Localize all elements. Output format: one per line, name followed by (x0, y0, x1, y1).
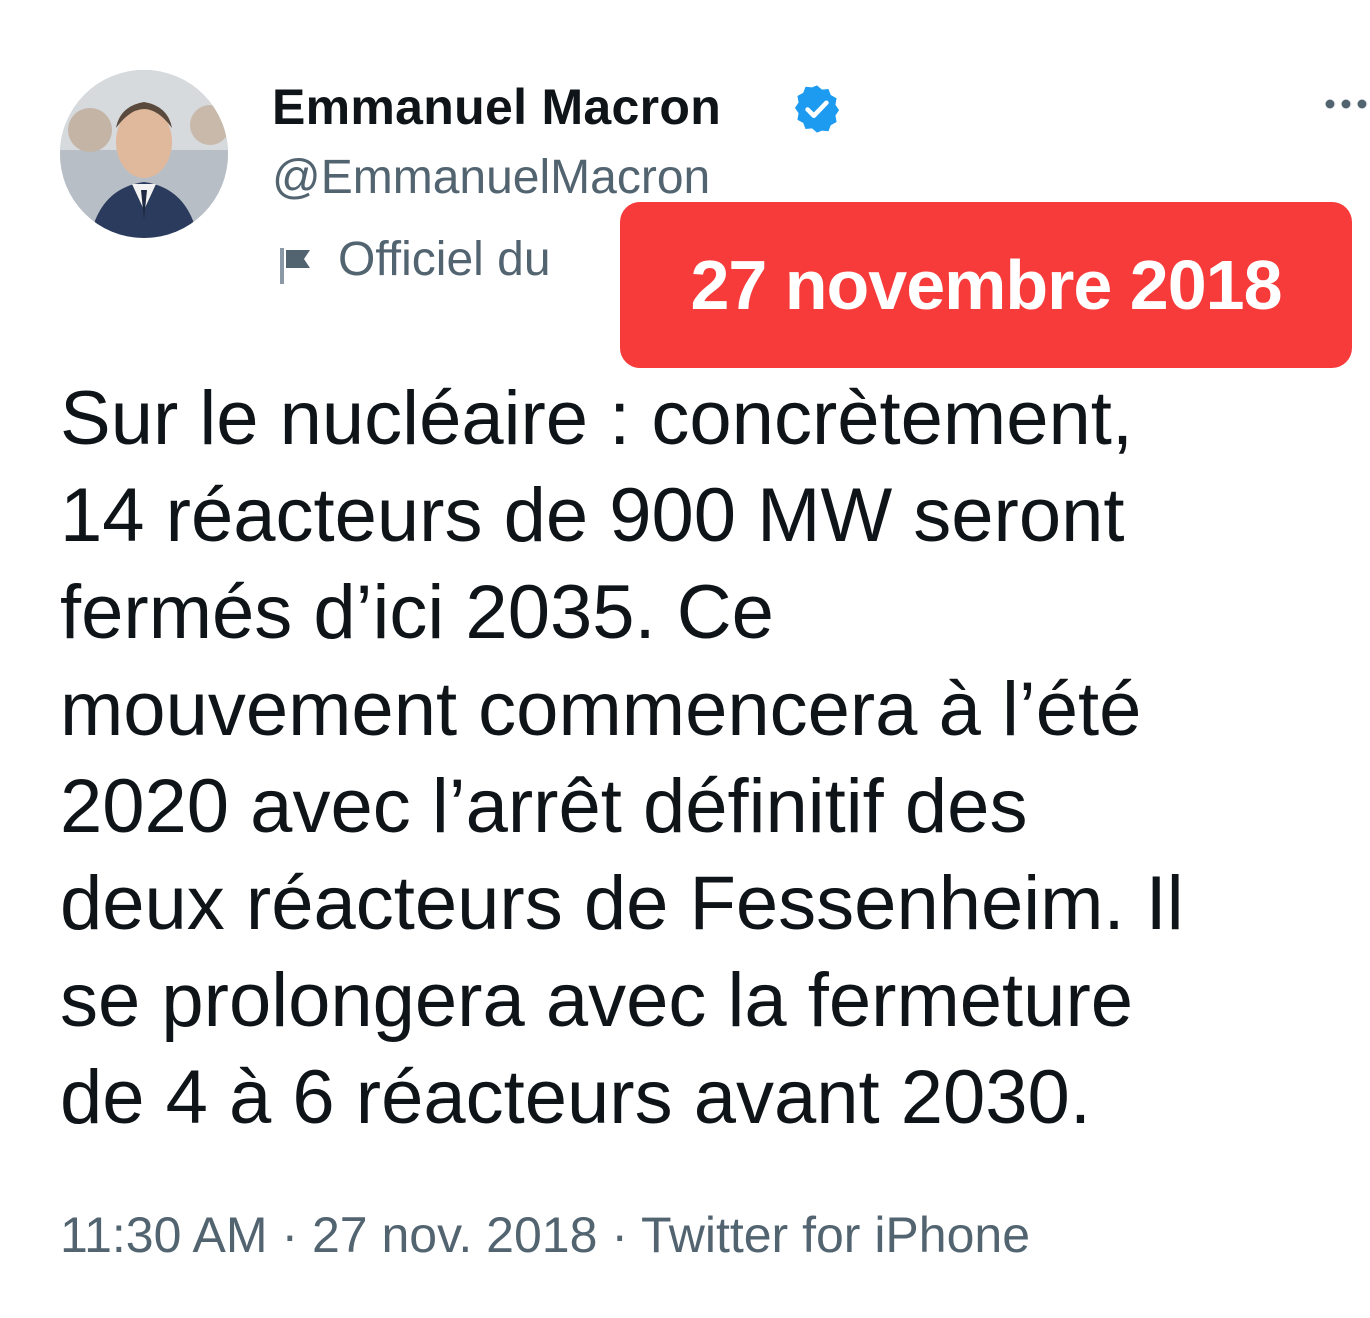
tweet-source[interactable]: Twitter for iPhone (641, 1207, 1030, 1263)
tweet-text-line: fermés d’ici 2035. Ce (60, 570, 774, 655)
tweet-card: Emmanuel Macron @EmmanuelMacron Officiel… (0, 0, 1370, 1318)
tweet-text-line: Sur le nucléaire : concrètement, (60, 376, 1133, 461)
flag-icon (280, 248, 310, 284)
tweet-text-line: se prolongera avec la fermeture (60, 958, 1134, 1043)
tweet-date[interactable]: 27 nov. 2018 (312, 1207, 597, 1263)
author-handle[interactable]: @EmmanuelMacron (272, 150, 710, 205)
tweet-body: Sur le nucléaire : concrètement, 14 réac… (60, 370, 1360, 1146)
meta-separator: · (597, 1207, 641, 1263)
tweet-text-line: mouvement commencera à l’été (60, 667, 1142, 752)
more-horizontal-icon[interactable] (1322, 92, 1370, 116)
account-label-text: Officiel du (338, 233, 551, 286)
account-label[interactable]: Officiel du (272, 232, 632, 292)
author-display-name[interactable]: Emmanuel Macron (272, 78, 721, 136)
tweet-meta: 11:30 AM · 27 nov. 2018 · Twitter for iP… (60, 1206, 1030, 1264)
date-overlay-text: 27 novembre 2018 (690, 246, 1282, 324)
meta-separator: · (267, 1207, 312, 1263)
tweet-text-line: de 4 à 6 réacteurs avant 2030. (60, 1055, 1091, 1140)
author-avatar[interactable] (60, 70, 228, 238)
tweet-text-line: 14 réacteurs de 900 MW seront (60, 473, 1125, 558)
avatar-photo (60, 70, 228, 238)
tweet-text-line: deux réacteurs de Fessenheim. Il (60, 861, 1184, 946)
tweet-time[interactable]: 11:30 AM (60, 1207, 268, 1263)
tweet-text-line: 2020 avec l’arrêt définitif des (60, 764, 1028, 849)
date-overlay-banner: 27 novembre 2018 (620, 202, 1352, 368)
verified-badge-icon (794, 85, 840, 133)
